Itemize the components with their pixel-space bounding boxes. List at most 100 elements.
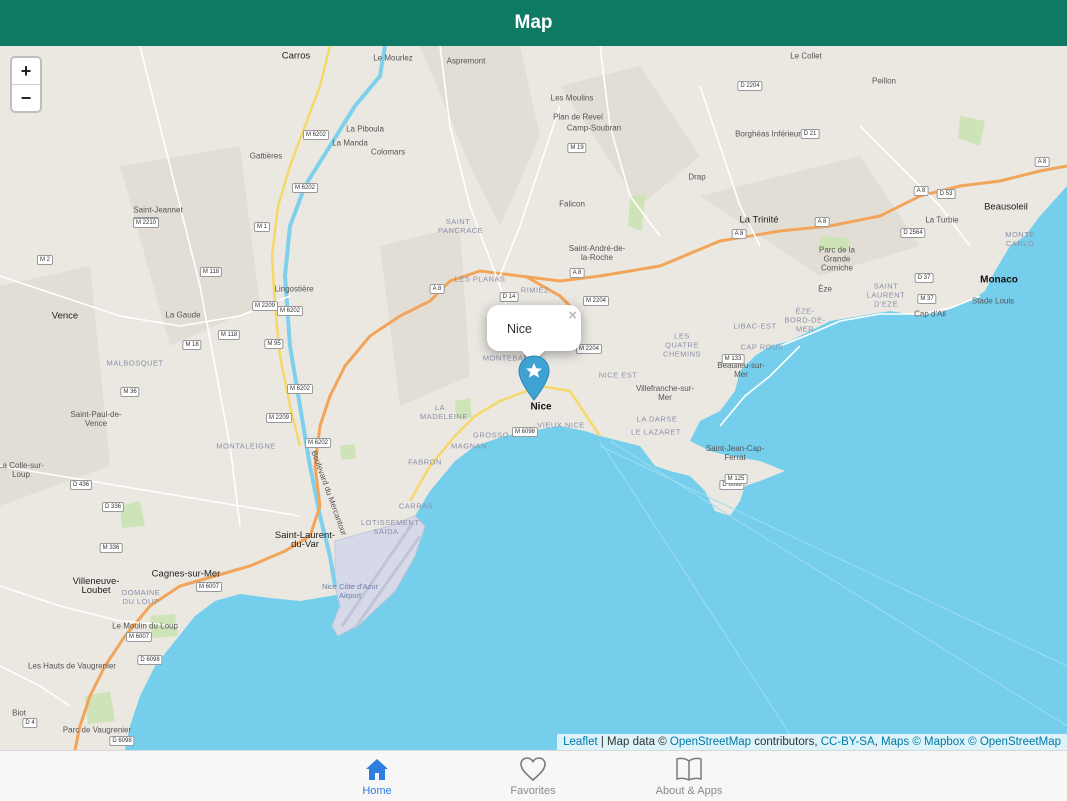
tab-label: Home — [362, 785, 392, 797]
place-label: Gattières — [249, 151, 283, 161]
place-label: Parc de Vaugrenier — [62, 725, 132, 735]
place-label: LOTISSEMENT SAIDA — [361, 518, 420, 536]
place-label: LES QUATRE CHEMINS — [662, 331, 702, 359]
place-label: CAP ROUX — [740, 342, 784, 352]
road-shield: M 19 — [567, 143, 587, 153]
popup-close-button[interactable]: × — [568, 307, 577, 324]
place-label: Beausoleil — [984, 201, 1028, 213]
road-shield: M 6202 — [304, 438, 332, 448]
road-shield: A 8 — [569, 268, 585, 278]
place-label: La Trinité — [739, 214, 779, 226]
tab-label: Favorites — [510, 785, 556, 797]
place-label: Biot — [12, 708, 26, 718]
top-bar: Map — [0, 0, 1067, 46]
place-label: Villefranche-sur-Mer — [635, 384, 695, 402]
place-label: Les Moulins — [550, 93, 594, 103]
road-shield: D 336 — [101, 502, 125, 512]
place-label: Plan de Revel — [553, 112, 603, 122]
road-shield: D 436 — [69, 480, 93, 490]
place-label: La Turbie — [925, 215, 959, 225]
map-view[interactable]: Carros Aspremont Le Mourlez Le Collet Pe… — [0, 46, 1067, 750]
page-title: Map — [514, 12, 553, 33]
road-shield: M 6202 — [291, 183, 319, 193]
place-label: NICE EST — [598, 370, 638, 380]
place-label: La Piboula — [346, 124, 384, 134]
popup-text: Nice — [507, 322, 533, 336]
tab-label: About & Apps — [655, 785, 723, 797]
leaflet-link[interactable]: Leaflet — [563, 736, 598, 748]
place-label: Les Hauts de Vaugrenier — [28, 661, 116, 671]
road-shield: M 6202 — [302, 130, 330, 140]
place-label: Villeneuve-Loubet — [72, 576, 120, 596]
popup-tip-cover — [515, 337, 551, 351]
tab-favorites[interactable]: Favorites — [453, 751, 613, 801]
road-shield: M 2209 — [265, 413, 293, 423]
tab-bar: Home Favorites About & Apps — [0, 750, 1067, 801]
place-label: SAINT PANCRACE — [438, 217, 484, 235]
osm-link-2[interactable]: OpenStreetMap — [980, 736, 1061, 748]
place-label: Le Moulin du Loup — [112, 621, 178, 631]
place-label: MONTALEIGNE — [216, 441, 276, 451]
road-shield: M 6202 — [286, 384, 314, 394]
house-icon — [366, 759, 388, 780]
road-shield: M 2204 — [575, 344, 603, 354]
road-shield: M 6007 — [125, 632, 153, 642]
zoom-out-button[interactable]: − — [12, 84, 40, 111]
road-shield: M 37 — [917, 294, 937, 304]
place-label: La Colle-sur-Loup — [0, 461, 44, 479]
place-label: LA MADELEINE — [420, 403, 468, 421]
place-label: ÈZE-BORD-DE-MER — [784, 306, 826, 334]
marker-popup: Nice × — [487, 305, 581, 363]
place-label: MONTE CARLO — [1005, 230, 1035, 248]
cc-by-sa-link[interactable]: CC-BY-SA — [821, 736, 875, 748]
road-shield: D 14 — [499, 292, 519, 302]
place-label: LE LAZARET — [630, 427, 682, 437]
road-shield: A 8 — [731, 229, 747, 239]
road-shield: D 6098 — [109, 736, 135, 746]
road-shield: M 6007 — [195, 582, 223, 592]
place-label: Carros — [281, 50, 311, 62]
road-shield: M 118 — [217, 330, 241, 340]
road-shield: D 53 — [936, 189, 956, 199]
map-marker-icon[interactable] — [518, 355, 550, 401]
place-label: Saint-André-de-la-Roche — [568, 244, 626, 262]
mapbox-link[interactable]: Maps © Mapbox — [881, 736, 965, 748]
osm-link[interactable]: OpenStreetMap — [670, 736, 751, 748]
place-label: Colomars — [370, 147, 406, 157]
place-label: RIMIEZ — [520, 285, 550, 295]
road-shield: M 1 — [253, 222, 271, 232]
road-shield: M 2 — [36, 255, 54, 265]
place-label: Cagnes-sur-Mer — [151, 568, 221, 580]
place-label: La Manda — [332, 138, 368, 148]
place-label: Saint-Laurent-du-Var — [274, 530, 336, 550]
attribution-text: | Map data © — [597, 736, 670, 748]
place-label: Aspremont — [446, 56, 486, 66]
road-shield: D 2564 — [900, 228, 926, 238]
road-shield: D 37 — [914, 273, 934, 283]
zoom-in-button[interactable]: + — [12, 58, 40, 84]
place-label: Cap d'Ail — [914, 309, 946, 319]
road-shield: D 4 — [22, 718, 38, 728]
place-label: La Gaude — [165, 310, 201, 320]
road-shield: A 8 — [913, 186, 929, 196]
place-label: Le Mourlez — [373, 53, 413, 63]
attribution-text: contributors, — [751, 736, 821, 748]
place-label: Drap — [688, 172, 706, 182]
place-label: Le Collet — [790, 51, 822, 61]
place-label: MALBOSQUET — [106, 358, 164, 368]
attribution-text: © — [964, 736, 980, 748]
place-label: LA DARSE — [636, 414, 678, 424]
road-shield: A 8 — [1034, 157, 1050, 167]
road-shield: M 125 — [724, 474, 748, 484]
place-label: Saint-Jeannet — [133, 205, 183, 215]
tab-home[interactable]: Home — [297, 751, 457, 801]
road-shield: M 133 — [721, 354, 745, 364]
road-shield: M 2209 — [251, 301, 279, 311]
tab-about-apps[interactable]: About & Apps — [609, 751, 769, 801]
place-label: Nice — [530, 401, 552, 413]
place-label: Vence — [51, 310, 79, 322]
place-label: CARRAS — [398, 501, 434, 511]
place-label: MAGNAN — [451, 441, 487, 451]
road-shield: M 336 — [99, 543, 123, 553]
place-label: Parc de la Grande Corniche — [818, 245, 856, 273]
